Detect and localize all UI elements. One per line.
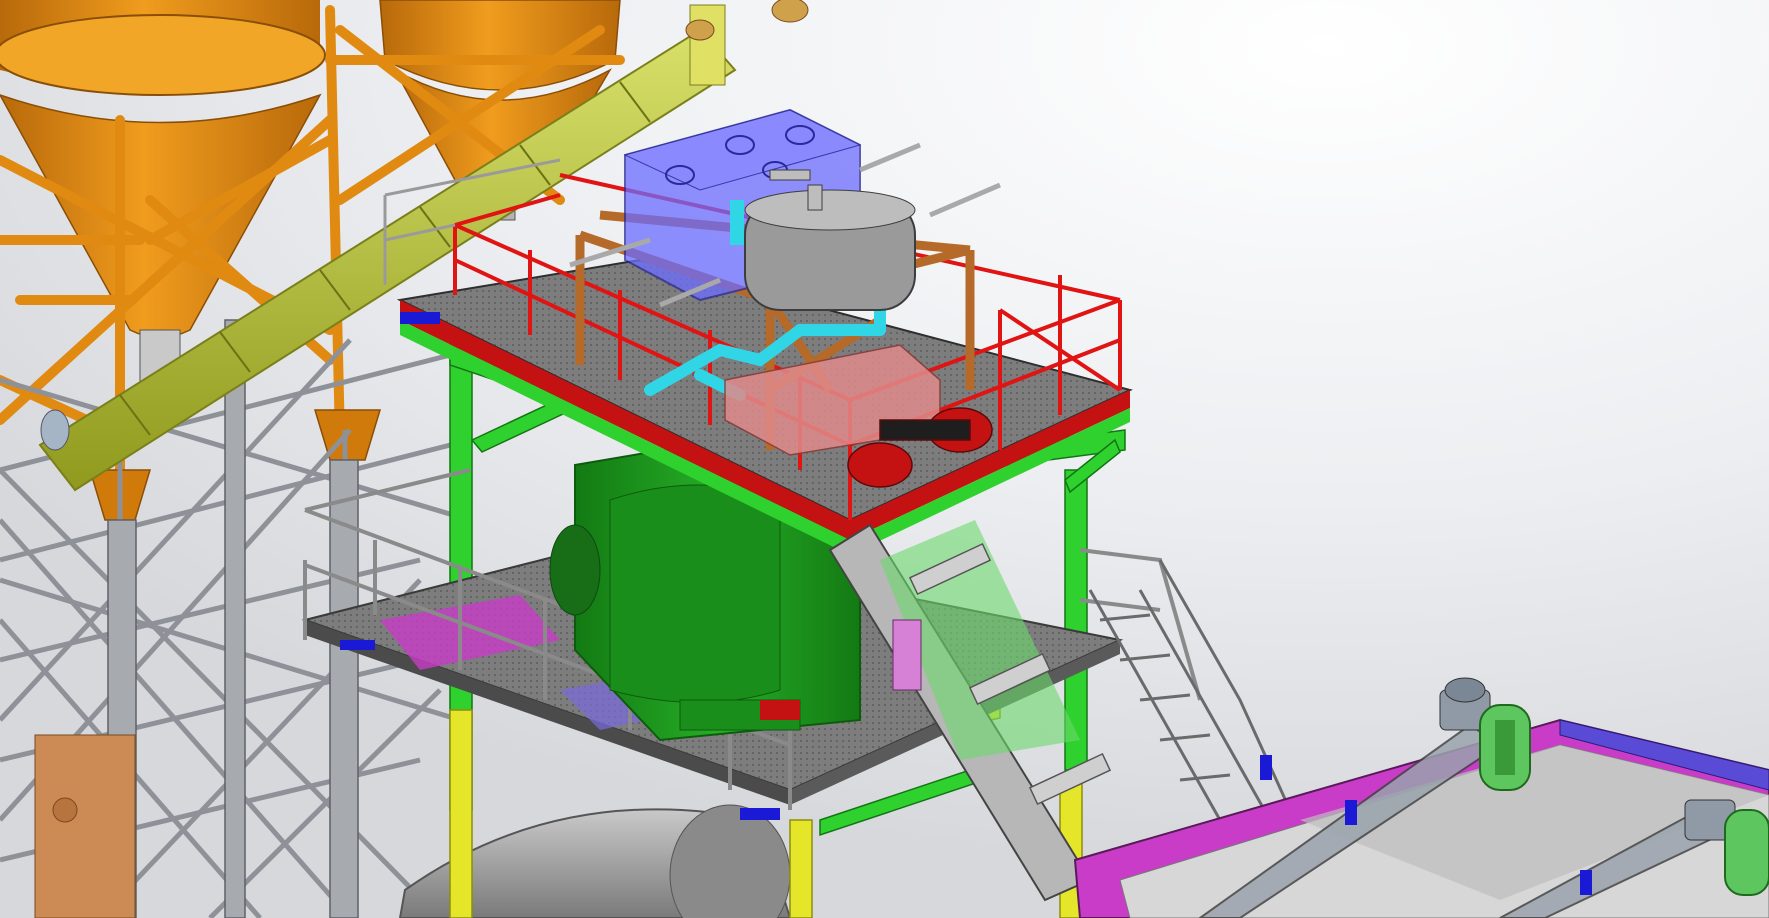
cad-viewport[interactable] <box>0 0 1769 918</box>
cad-scene[interactable] <box>0 0 1769 918</box>
gearbox-housing <box>34 734 136 918</box>
